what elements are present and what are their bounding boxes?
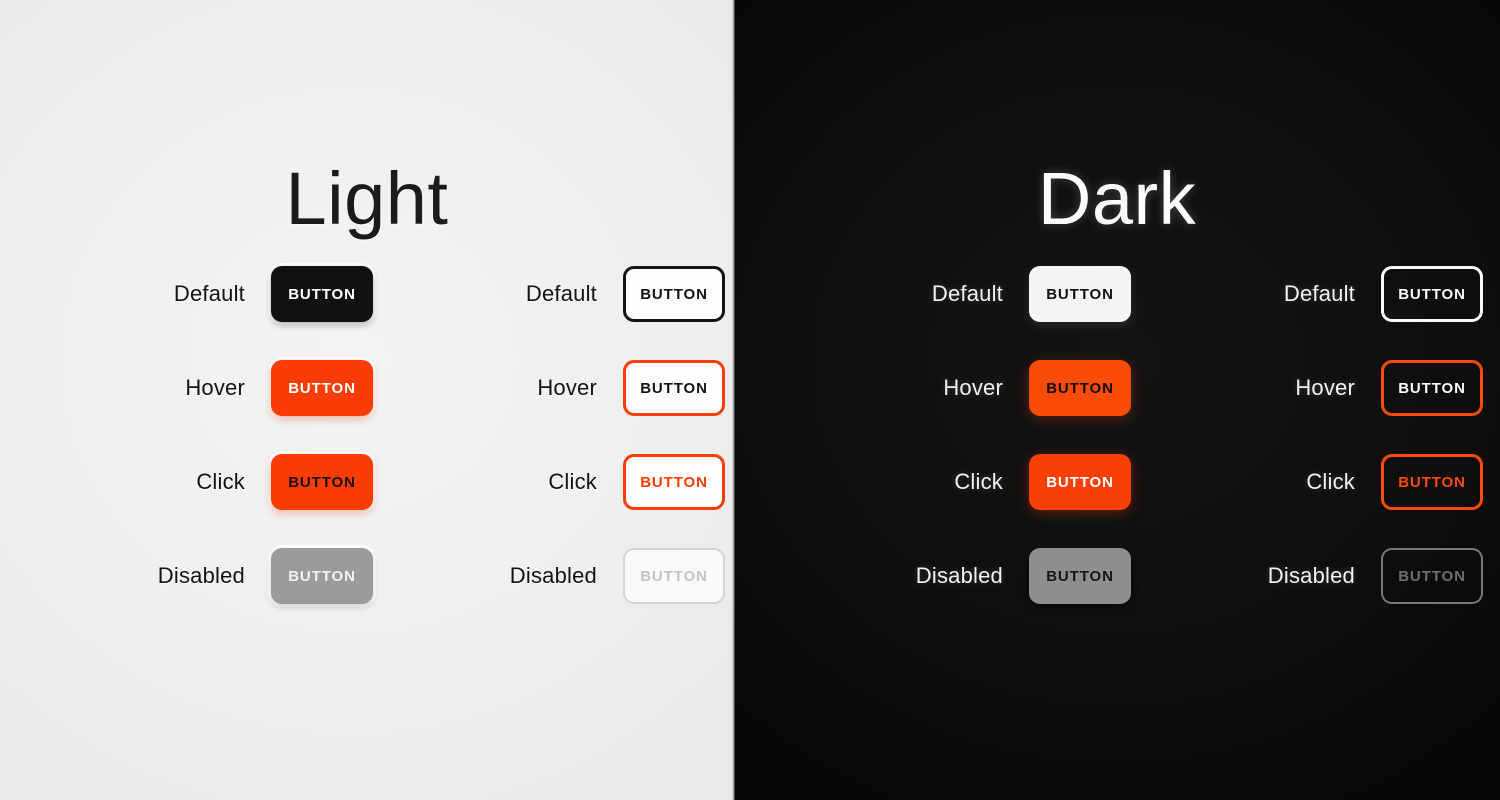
light-outlined-row-default: Default BUTTON — [373, 266, 725, 322]
state-label: Disabled — [915, 563, 1003, 588]
dark-theme-title: Dark — [1037, 156, 1197, 240]
light-filled-default-button[interactable]: BUTTON — [271, 266, 373, 322]
dark-outlined-row-hover: Hover BUTTON — [1131, 360, 1483, 416]
theme-split-divider — [732, 0, 735, 800]
state-label: Hover — [185, 375, 245, 400]
dark-theme-columns: Default BUTTON Hover BUTTON Click BUTTON… — [734, 266, 1500, 604]
dark-outlined-hover-button[interactable]: BUTTON — [1381, 360, 1483, 416]
light-outlined-hover-button[interactable]: BUTTON — [623, 360, 725, 416]
light-filled-row-disabled: Disabled BUTTON — [21, 548, 373, 604]
state-label: Disabled — [1267, 563, 1355, 588]
dark-filled-default-button[interactable]: BUTTON — [1029, 266, 1131, 322]
light-outlined-row-hover: Hover BUTTON — [373, 360, 725, 416]
light-theme-title: Light — [285, 156, 449, 240]
dark-filled-click-button[interactable]: BUTTON — [1029, 454, 1131, 510]
button-state-specimen-sheet: Light Default BUTTON Hover BUTTON Click … — [0, 0, 1500, 800]
dark-filled-disabled-button: BUTTON — [1029, 548, 1131, 604]
state-label: Default — [931, 281, 1003, 306]
state-label: Hover — [943, 375, 1003, 400]
state-label: Click — [954, 469, 1003, 494]
dark-filled-row-hover: Hover BUTTON — [779, 360, 1131, 416]
dark-filled-hover-button[interactable]: BUTTON — [1029, 360, 1131, 416]
dark-outlined-default-button[interactable]: BUTTON — [1381, 266, 1483, 322]
dark-outlined-column: Default BUTTON Hover BUTTON Click BUTTON… — [1131, 266, 1483, 604]
light-outlined-column: Default BUTTON Hover BUTTON Click BUTTON… — [373, 266, 725, 604]
light-outlined-row-disabled: Disabled BUTTON — [373, 548, 725, 604]
light-filled-row-hover: Hover BUTTON — [21, 360, 373, 416]
light-theme-panel: Light Default BUTTON Hover BUTTON Click … — [0, 0, 734, 800]
dark-filled-row-click: Click BUTTON — [779, 454, 1131, 510]
light-outlined-row-click: Click BUTTON — [373, 454, 725, 510]
dark-filled-row-default: Default BUTTON — [779, 266, 1131, 322]
dark-outlined-disabled-button: BUTTON — [1381, 548, 1483, 604]
light-filled-row-click: Click BUTTON — [21, 454, 373, 510]
dark-outlined-row-click: Click BUTTON — [1131, 454, 1483, 510]
dark-outlined-row-default: Default BUTTON — [1131, 266, 1483, 322]
state-label: Default — [173, 281, 245, 306]
dark-filled-column: Default BUTTON Hover BUTTON Click BUTTON… — [779, 266, 1131, 604]
light-outlined-click-button[interactable]: BUTTON — [623, 454, 725, 510]
light-filled-click-button[interactable]: BUTTON — [271, 454, 373, 510]
state-label: Hover — [537, 375, 597, 400]
light-filled-hover-button[interactable]: BUTTON — [271, 360, 373, 416]
state-label: Click — [1306, 469, 1355, 494]
light-filled-column: Default BUTTON Hover BUTTON Click BUTTON… — [21, 266, 373, 604]
state-label: Default — [525, 281, 597, 306]
state-label: Hover — [1295, 375, 1355, 400]
dark-outlined-click-button[interactable]: BUTTON — [1381, 454, 1483, 510]
dark-theme-panel: Dark Default BUTTON Hover BUTTON Click B… — [734, 0, 1500, 800]
light-theme-columns: Default BUTTON Hover BUTTON Click BUTTON… — [0, 266, 740, 604]
state-label: Disabled — [157, 563, 245, 588]
light-outlined-disabled-button: BUTTON — [623, 548, 725, 604]
state-label: Default — [1283, 281, 1355, 306]
state-label: Disabled — [509, 563, 597, 588]
state-label: Click — [196, 469, 245, 494]
light-filled-row-default: Default BUTTON — [21, 266, 373, 322]
light-outlined-default-button[interactable]: BUTTON — [623, 266, 725, 322]
dark-outlined-row-disabled: Disabled BUTTON — [1131, 548, 1483, 604]
state-label: Click — [548, 469, 597, 494]
dark-filled-row-disabled: Disabled BUTTON — [779, 548, 1131, 604]
light-filled-disabled-button: BUTTON — [271, 548, 373, 604]
